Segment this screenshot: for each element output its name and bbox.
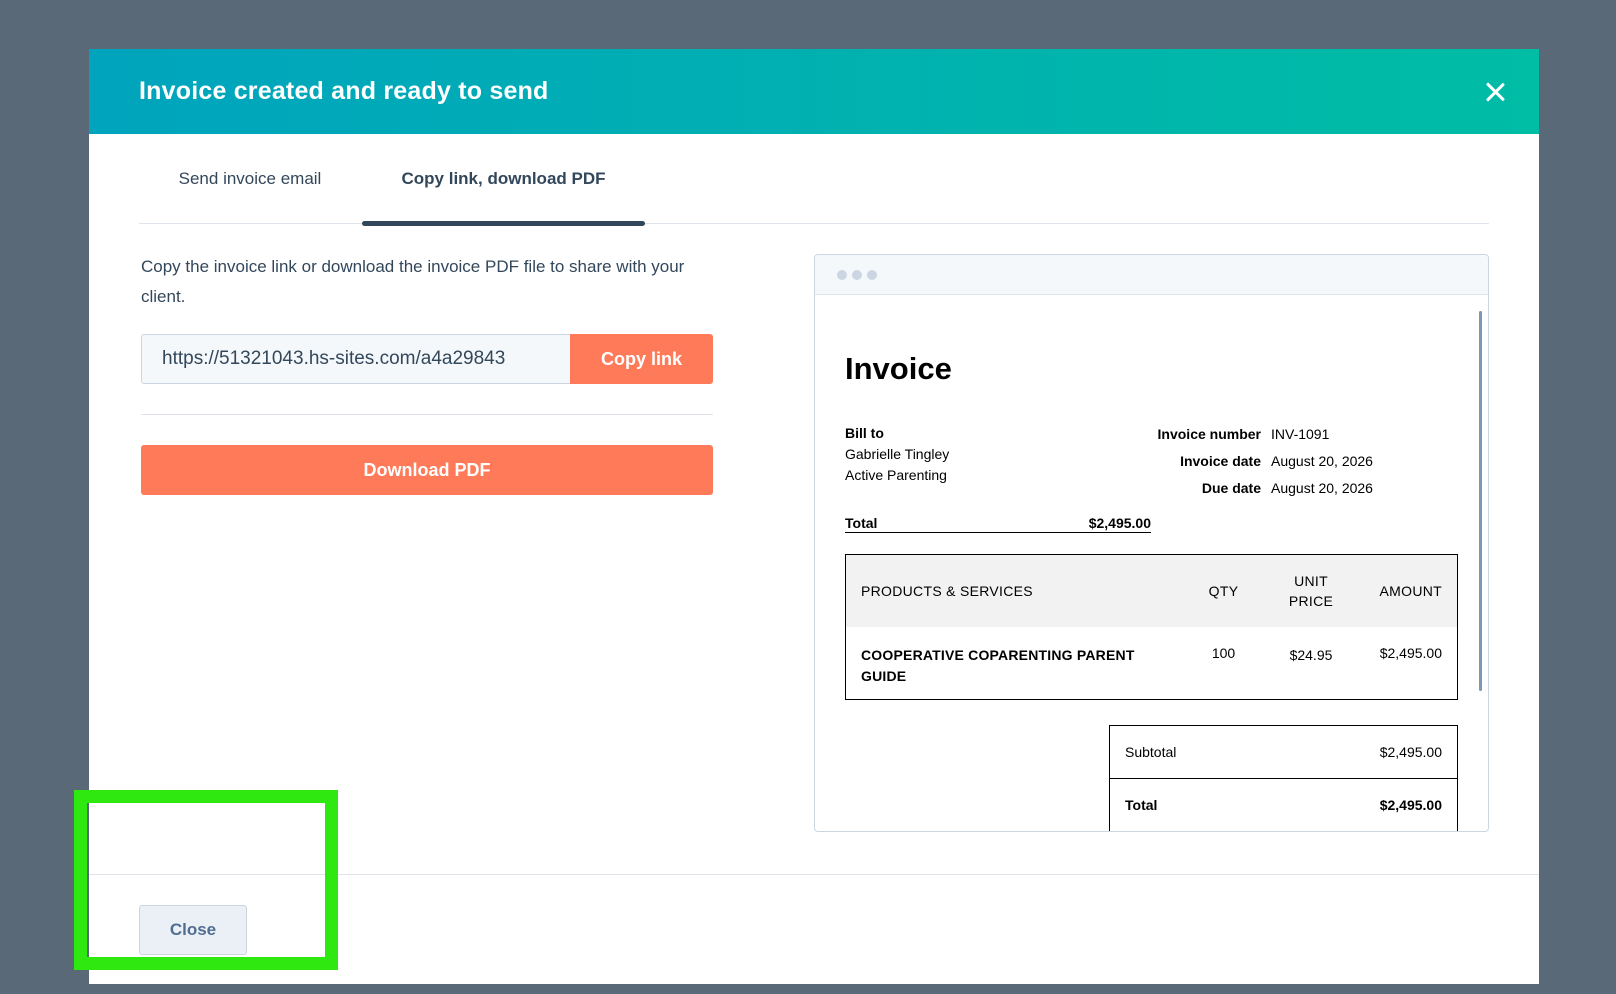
totals-table: Subtotal $2,495.00 Total $2,495.00 xyxy=(1109,725,1458,831)
table-row: COOPERATIVE COPARENTING PARENT GUIDE 100… xyxy=(846,627,1457,687)
col-header-unit-line2: PRICE xyxy=(1288,593,1334,609)
meta-value: August 20, 2026 xyxy=(1271,453,1373,469)
meta-row-invoice-date: Invoice date August 20, 2026 xyxy=(1130,448,1460,475)
window-dot-icon xyxy=(852,269,862,280)
item-name: COOPERATIVE COPARENTING PARENT GUIDE xyxy=(861,647,1135,684)
meta-label: Due date xyxy=(1201,480,1261,496)
preview-scrollbar[interactable] xyxy=(1479,311,1482,691)
item-unit-price: $24.95 xyxy=(1289,647,1333,663)
download-pdf-button[interactable]: Download PDF xyxy=(141,445,713,495)
preview-window-bar xyxy=(815,255,1488,295)
invoice-title: Invoice xyxy=(845,351,952,386)
total-label: Total xyxy=(845,515,878,531)
meta-value: INV-1091 xyxy=(1271,426,1330,442)
invoice-meta: Invoice number INV-1091 Invoice date Aug… xyxy=(1130,421,1460,502)
divider xyxy=(141,414,713,415)
grand-total-row: Total $2,495.00 xyxy=(1110,778,1457,830)
item-qty: 100 xyxy=(1211,645,1236,661)
window-dot-icon xyxy=(837,269,847,280)
col-header-qty: QTY xyxy=(1208,583,1239,599)
col-header-unit-price: UNIT PRICE xyxy=(1261,571,1361,611)
close-icon[interactable] xyxy=(1481,78,1509,106)
subtotal-value: $2,495.00 xyxy=(1379,744,1442,760)
bill-to-company: Active Parenting xyxy=(845,467,947,483)
subtotal-label: Subtotal xyxy=(1125,744,1177,760)
invoice-link-input[interactable]: https://51321043.hs-sites.com/a4a29843 xyxy=(141,334,570,384)
line-items-table: PRODUCTS & SERVICES QTY UNIT PRICE AMOUN… xyxy=(845,554,1458,700)
invoice-modal: Invoice created and ready to send Send i… xyxy=(89,49,1539,984)
col-header-amount: AMOUNT xyxy=(1379,583,1442,599)
modal-header: Invoice created and ready to send xyxy=(89,49,1539,134)
modal-title: Invoice created and ready to send xyxy=(139,77,549,105)
bill-to: Bill to Gabrielle Tingley Active Parenti… xyxy=(845,423,949,486)
tab-send-invoice-email[interactable]: Send invoice email xyxy=(139,134,361,224)
close-button[interactable]: Close xyxy=(139,905,247,955)
window-dot-icon xyxy=(867,269,877,280)
total-value: $2,495.00 xyxy=(1088,515,1151,531)
tab-bar: Send invoice email Copy link, download P… xyxy=(139,134,1489,226)
line-items-header: PRODUCTS & SERVICES QTY UNIT PRICE AMOUN… xyxy=(846,555,1457,627)
meta-label: Invoice date xyxy=(1180,453,1261,469)
meta-row-due-date: Due date August 20, 2026 xyxy=(1130,475,1460,502)
invoice-preview[interactable]: Invoice Bill to Gabrielle Tingley Active… xyxy=(814,254,1489,832)
meta-label: Invoice number xyxy=(1157,426,1261,442)
meta-value: August 20, 2026 xyxy=(1271,480,1373,496)
col-header-unit-line1: UNIT xyxy=(1294,573,1328,589)
tab-copy-link-download-pdf[interactable]: Copy link, download PDF xyxy=(362,134,645,226)
share-description: Copy the invoice link or download the in… xyxy=(141,257,685,306)
grand-total-label: Total xyxy=(1125,796,1158,813)
subtotal-row: Subtotal $2,495.00 xyxy=(1110,726,1457,778)
copy-link-button[interactable]: Copy link xyxy=(570,334,713,384)
grand-total-value: $2,495.00 xyxy=(1379,796,1442,813)
footer-divider xyxy=(89,874,1539,875)
meta-row-invoice-number: Invoice number INV-1091 xyxy=(1130,421,1460,448)
invoice-total-line: Total $2,495.00 xyxy=(845,515,1151,533)
bill-to-label: Bill to xyxy=(845,425,884,441)
col-header-products: PRODUCTS & SERVICES xyxy=(861,583,1033,599)
bill-to-name: Gabrielle Tingley xyxy=(845,446,950,462)
item-amount: $2,495.00 xyxy=(1379,645,1442,661)
link-row: https://51321043.hs-sites.com/a4a29843 C… xyxy=(141,334,713,384)
